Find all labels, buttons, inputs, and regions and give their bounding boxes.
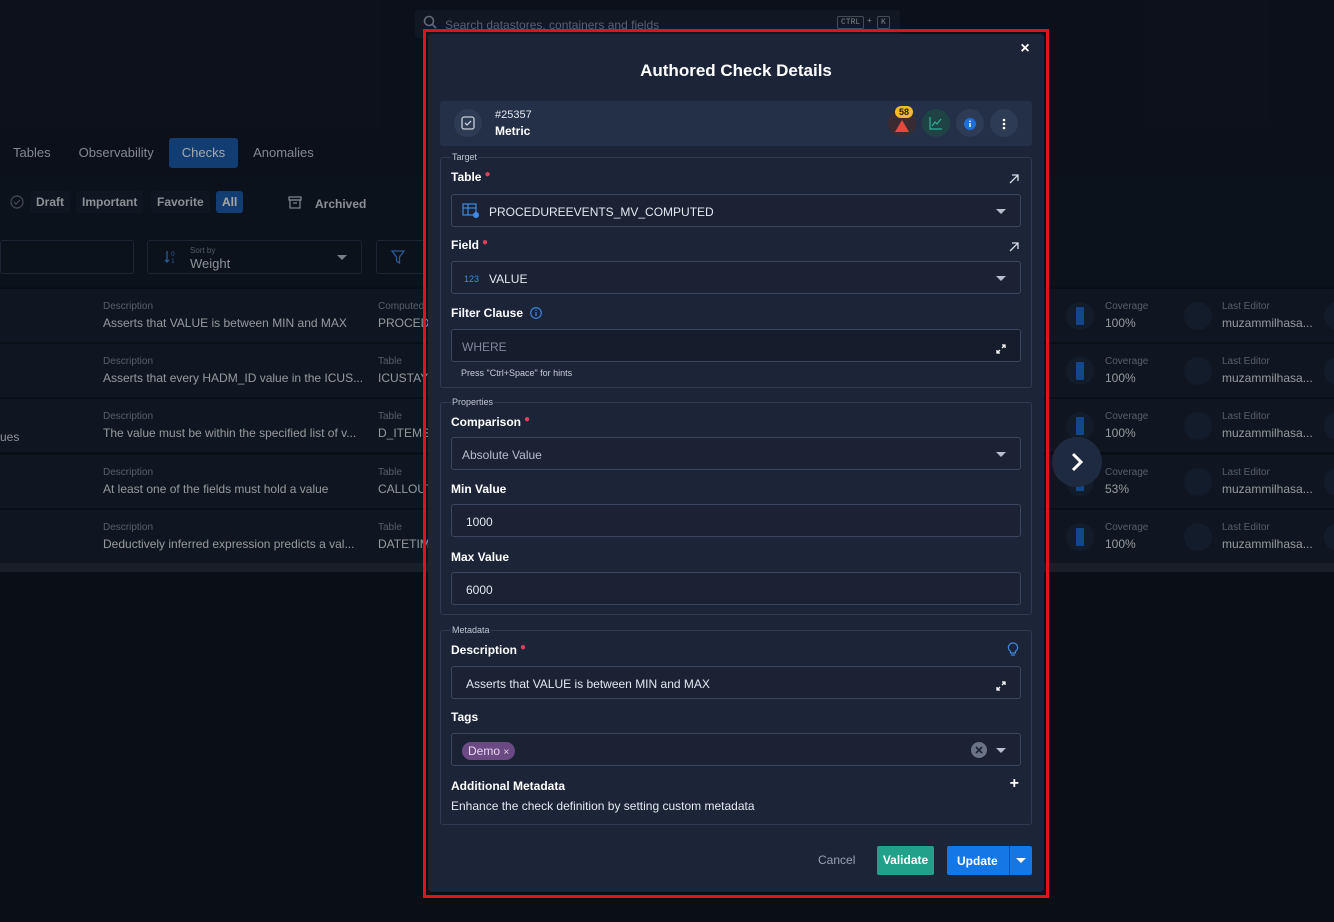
tag-chip: Demo × (462, 742, 516, 760)
max-value-input[interactable]: 6000 (451, 572, 1021, 605)
split-divider (1009, 846, 1010, 875)
numeric-type-icon: 123 (464, 274, 480, 284)
cancel-button[interactable]: Cancel (818, 853, 855, 867)
kebab-icon (1002, 117, 1006, 135)
tags-select[interactable]: Demo × (451, 733, 1021, 766)
close-icon[interactable]: × (1016, 40, 1034, 58)
metric-check-icon (454, 109, 482, 137)
tags-label: Tags (451, 710, 479, 724)
more-options-button[interactable] (990, 109, 1018, 137)
table-label-text: Table (451, 170, 482, 184)
description-label: Description ● (451, 642, 527, 657)
check-id: #25357 (495, 109, 532, 121)
field-label: Field ● (451, 237, 489, 252)
chevron-down-icon (996, 276, 1006, 281)
min-value-label: Min Value (451, 482, 507, 496)
min-value-input[interactable]: 1000 (451, 504, 1021, 537)
table-value: PROCEDUREEVENTS_MV_COMPUTED (489, 205, 714, 219)
info-icon[interactable] (530, 307, 543, 322)
comparison-select[interactable]: Absolute Value (451, 437, 1021, 470)
required-marker: ● (482, 237, 489, 248)
field-select[interactable]: 123 VALUE (451, 261, 1021, 294)
required-marker: ● (484, 169, 491, 180)
line-chart-icon (929, 116, 943, 135)
check-type: Metric (495, 124, 531, 138)
lightbulb-icon[interactable] (1007, 642, 1019, 662)
warning-icon (895, 119, 909, 137)
filter-clause-label: Filter Clause (451, 305, 543, 322)
update-button[interactable]: Update (947, 846, 1032, 875)
expand-icon[interactable] (996, 678, 1006, 696)
comparison-label-text: Comparison (451, 415, 522, 429)
properties-legend: Properties (451, 397, 495, 407)
max-value-label: Max Value (451, 550, 510, 564)
info-button[interactable] (956, 109, 984, 137)
filter-clause-input[interactable]: WHERE (451, 329, 1021, 362)
table-label: Table ● (451, 169, 491, 184)
anomaly-count-badge: 58 (895, 106, 914, 118)
expand-icon[interactable] (996, 341, 1006, 359)
table-icon (462, 203, 480, 224)
table-select[interactable]: PROCEDUREEVENTS_MV_COMPUTED (451, 194, 1021, 227)
filter-clause-label-text: Filter Clause (451, 306, 524, 320)
description-label-text: Description (451, 643, 518, 657)
chevron-down-icon (996, 452, 1006, 457)
comparison-value: Absolute Value (462, 448, 542, 462)
next-check-button[interactable] (1052, 437, 1102, 487)
chart-button[interactable] (922, 109, 950, 137)
max-value: 6000 (466, 583, 493, 597)
description-value: Asserts that VALUE is between MIN and MA… (466, 677, 710, 691)
filter-clause-placeholder: WHERE (462, 340, 507, 354)
update-button-label: Update (957, 854, 998, 868)
comparison-label: Comparison ● (451, 414, 531, 429)
min-value: 1000 (466, 515, 493, 529)
modal-title: Authored Check Details (640, 61, 832, 80)
chevron-right-icon (1068, 451, 1086, 478)
field-label-text: Field (451, 238, 480, 252)
chevron-down-icon (996, 748, 1006, 753)
metadata-legend: Metadata (451, 625, 491, 635)
remove-tag-icon[interactable]: × (503, 747, 509, 758)
validate-button[interactable]: Validate (877, 846, 934, 875)
clear-icon[interactable] (971, 742, 987, 763)
tag-chip-label: Demo (468, 744, 501, 758)
required-marker: ● (520, 642, 527, 653)
properties-section: Properties Comparison ● Absolute Value Mi… (440, 397, 1032, 615)
open-link-icon[interactable] (1009, 171, 1019, 189)
info-icon (964, 117, 976, 135)
chevron-down-icon (996, 209, 1006, 214)
description-input[interactable]: Asserts that VALUE is between MIN and MA… (451, 666, 1021, 699)
additional-metadata-label: Additional Metadata (451, 779, 566, 793)
target-section: Target Table ● PROCEDUREEVENTS_MV_COMPUTE… (440, 152, 1032, 388)
authored-check-details-modal: × Authored Check Details #25357 Metric 5… (428, 34, 1044, 892)
chevron-down-icon[interactable] (1016, 858, 1026, 863)
open-link-icon[interactable] (1009, 239, 1019, 257)
metadata-section: Metadata Description ● Asserts that VALUE… (440, 625, 1032, 825)
filter-clause-hint: Press "Ctrl+Space" for hints (461, 368, 573, 378)
required-marker: ● (524, 414, 531, 425)
add-metadata-button[interactable]: + (1010, 775, 1019, 793)
additional-metadata-hint: Enhance the check definition by setting … (451, 799, 755, 813)
target-legend: Target (451, 152, 479, 162)
field-value: VALUE (489, 272, 528, 286)
check-header-card: #25357 Metric 58 (440, 101, 1032, 146)
